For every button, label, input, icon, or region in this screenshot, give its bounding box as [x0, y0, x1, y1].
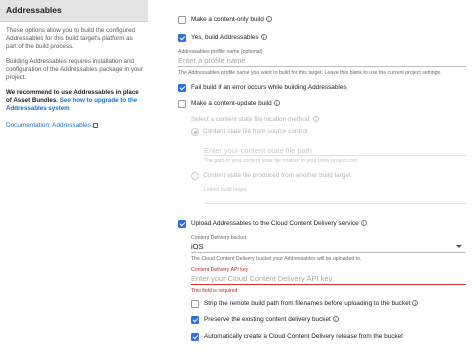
content-only-checkbox[interactable]	[178, 16, 186, 24]
addressables-description-panel: Addressables These options allow you to …	[0, 0, 148, 355]
description-paragraph-2: Building Addressables requires installat…	[6, 58, 143, 81]
strip-path-checkbox[interactable]	[191, 300, 199, 308]
upload-ccd-checkbox[interactable]	[178, 220, 186, 228]
ccd-api-key-underline	[191, 284, 466, 285]
info-icon[interactable]: i	[412, 300, 419, 307]
recommendation-paragraph: We recommend to use Addressables in plac…	[6, 89, 144, 112]
content-only-row: Make a content-only build i	[191, 16, 272, 23]
state-method-row: Select a content state file location met…	[191, 116, 320, 123]
info-icon[interactable]: i	[260, 34, 267, 41]
auto-create-release-label: Automatically create a Cloud Content Del…	[204, 333, 403, 340]
info-icon[interactable]: i	[265, 16, 272, 23]
build-addressables-label: Yes, build Addressables	[191, 34, 259, 41]
linked-build-target-label: Linked build target	[204, 187, 247, 193]
profile-name-help: The Addressables profile name you want t…	[178, 70, 442, 76]
ccd-bucket-select[interactable]: iOS	[191, 242, 204, 251]
ccd-api-key-label: Content Delivery API key	[191, 267, 249, 273]
info-icon[interactable]: i	[332, 316, 339, 323]
preserve-bucket-row: Preserve the existing content delivery b…	[204, 316, 339, 323]
ccd-bucket-label: Content Delivery bucket	[191, 235, 247, 241]
description-paragraph-1: These options allow you to build the con…	[6, 27, 135, 50]
from-other-target-radio[interactable]	[191, 172, 199, 180]
fail-build-label: Fail build if an error occurs while buil…	[191, 84, 347, 91]
state-file-path-help: The path to your content state file rela…	[204, 158, 358, 164]
fail-build-checkbox[interactable]	[178, 84, 186, 92]
preserve-bucket-checkbox[interactable]	[191, 316, 199, 324]
state-method-label: Select a content state file location met…	[191, 116, 312, 123]
build-addressables-row: Yes, build Addressables i	[191, 34, 267, 41]
section-title: Addressables	[6, 5, 62, 15]
from-source-radio[interactable]	[191, 128, 199, 136]
documentation-link-label: Documentation: Addressables	[6, 122, 91, 129]
ccd-api-key-input[interactable]: Enter your Cloud Content Delivery API ke…	[191, 274, 332, 283]
content-only-label: Make a content-only build	[191, 16, 264, 23]
addressables-options-panel: Make a content-only build i Yes, build Ad…	[160, 0, 470, 355]
content-update-row: Make a content-update build i	[191, 100, 280, 107]
section-header: Addressables	[0, 0, 148, 22]
info-icon: i	[313, 116, 320, 123]
external-link-icon	[92, 122, 98, 128]
profile-name-underline	[178, 66, 466, 67]
build-addressables-checkbox[interactable]	[178, 34, 186, 42]
profile-name-label: Addressables profile name (optional)	[178, 49, 263, 55]
ccd-bucket-help: The Cloud Content Delivery bucket your A…	[191, 256, 362, 262]
preserve-bucket-label: Preserve the existing content delivery b…	[204, 316, 331, 323]
linked-build-target-select[interactable]	[204, 203, 466, 204]
ccd-bucket-underline	[191, 252, 466, 253]
content-update-checkbox[interactable]	[178, 100, 186, 108]
upload-ccd-row: Upload Addressables to the Cloud Content…	[191, 220, 367, 227]
info-icon[interactable]: i	[360, 220, 367, 227]
strip-path-label: Strip the remote build path from filenam…	[204, 300, 411, 307]
from-source-label: Content state file from source control	[203, 128, 308, 135]
from-other-target-label: Content state file produced from another…	[203, 172, 351, 179]
info-icon[interactable]: i	[273, 100, 280, 107]
profile-name-input[interactable]: Enter a profile name	[178, 56, 246, 65]
upload-ccd-label: Upload Addressables to the Cloud Content…	[191, 220, 359, 227]
content-update-label: Make a content-update build	[191, 100, 272, 107]
auto-create-release-checkbox[interactable]	[191, 333, 199, 341]
ccd-api-key-error: This field is required	[191, 288, 238, 294]
chevron-down-icon[interactable]	[456, 245, 462, 248]
state-file-path-input[interactable]: Enter your content state file path	[204, 146, 312, 155]
state-file-path-underline	[204, 155, 466, 156]
documentation-link[interactable]: Documentation: Addressables	[6, 122, 98, 129]
strip-path-row: Strip the remote build path from filenam…	[204, 300, 419, 307]
